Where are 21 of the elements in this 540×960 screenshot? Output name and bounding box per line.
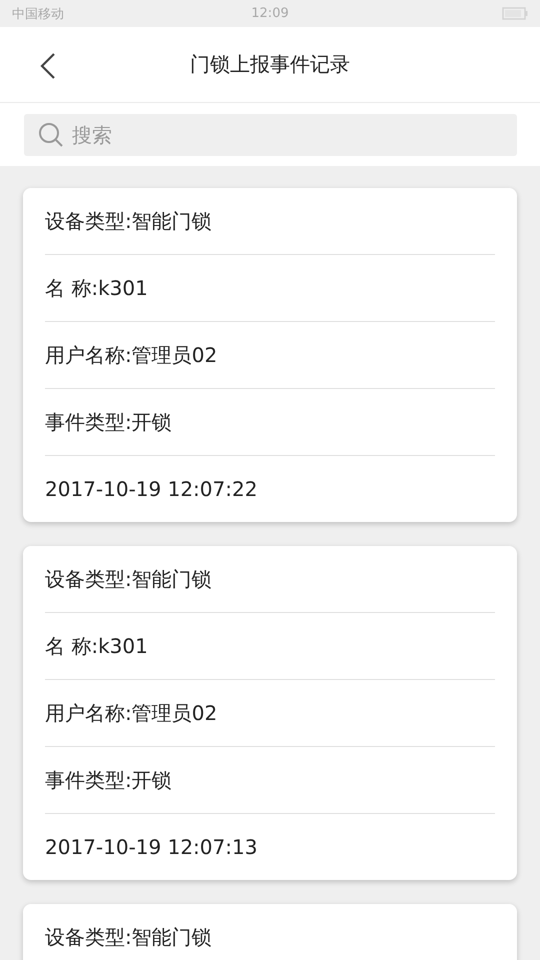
record-field: 设备类型:智能门锁 — [45, 566, 212, 592]
record-field: 用户名称:管理员02 — [45, 700, 218, 726]
record-field: 名 称:k301 — [45, 632, 148, 660]
status-time: 12:09 — [250, 6, 290, 21]
record-card[interactable]: 设备类型:智能门锁 名 称:k301 用户名称:管理员02 事件类型:开锁 2017-10-19 12:07:13 — [23, 546, 517, 880]
record-field: 事件类型:开锁 — [45, 766, 172, 794]
record-field: 名 称:k301 — [45, 274, 148, 302]
page-title: 门锁上报事件记录 — [190, 51, 350, 78]
record-field: 设备类型:智能门锁 — [45, 208, 212, 234]
record-field: 用户名称:管理员02 — [45, 342, 218, 368]
record-field: 2017-10-19 12:07:22 — [45, 477, 258, 501]
record-card[interactable]: 设备类型:智能门锁 名 称:k301 用户名称:管理员02 事件类型:开锁 2017-10-19 12:07:22 — [23, 188, 517, 522]
search-field[interactable]: 搜索 — [24, 114, 517, 156]
back-icon[interactable] — [38, 52, 58, 80]
record-card[interactable]: 设备类型:智能门锁 — [23, 904, 517, 960]
carrier-name: 中国移动 — [12, 6, 64, 22]
record-field: 2017-10-19 12:07:13 — [45, 835, 258, 859]
record-field: 设备类型:智能门锁 — [45, 924, 212, 950]
search-icon — [38, 122, 64, 148]
battery-icon — [502, 7, 528, 20]
record-field: 事件类型:开锁 — [45, 408, 172, 436]
